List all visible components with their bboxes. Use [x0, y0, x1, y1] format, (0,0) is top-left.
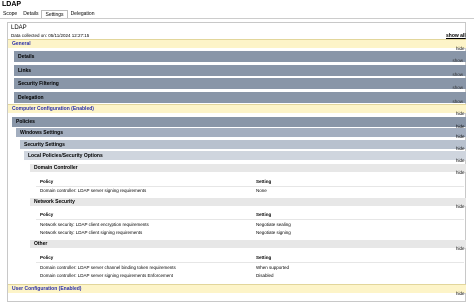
group-network-security[interactable]: Network Security — [30, 198, 466, 206]
group-network-security-label: Network Security — [34, 199, 75, 205]
local-policies-hide-link[interactable]: hide — [456, 158, 465, 163]
policy-setting: None — [256, 188, 267, 193]
policy-name: Domain controller: LDAP server channel b… — [40, 265, 176, 270]
section-windows-settings[interactable]: Windows Settings — [16, 128, 466, 137]
collected-date: Data collected on: 05/11/2024 12:27:15 — [11, 33, 90, 38]
section-details-label: Details — [18, 53, 35, 60]
other-hide-link[interactable]: hide — [456, 246, 465, 251]
section-user-configuration-label: User Configuration (Enabled) — [12, 286, 82, 292]
section-details[interactable]: Details show — [14, 51, 466, 63]
details-show-link[interactable]: show — [452, 58, 463, 63]
policy-setting: When supported — [256, 265, 290, 270]
section-general[interactable]: General — [8, 39, 466, 48]
window-title: LDAP — [2, 1, 22, 8]
row-divider — [36, 262, 464, 263]
section-windows-settings-label: Windows Settings — [20, 129, 64, 136]
section-links-label: Links — [18, 67, 32, 74]
tab-strip: Scope Details Settings Delegation — [0, 10, 474, 18]
user-config-hide-link[interactable]: hide — [456, 291, 465, 296]
section-computer-configuration-label: Computer Configuration (Enabled) — [12, 106, 94, 112]
windows-settings-hide-link[interactable]: hide — [456, 134, 465, 139]
security-filtering-show-link[interactable]: show — [452, 85, 463, 90]
policy-name: Domain controller: LDAP server signing r… — [40, 273, 173, 278]
column-policy-header: Policy — [40, 212, 54, 217]
section-security-filtering[interactable]: Security Filtering show — [14, 78, 466, 90]
row-divider — [36, 219, 464, 220]
policy-setting: Disabled — [256, 273, 274, 278]
column-policy-header: Policy — [40, 255, 54, 260]
section-policies[interactable]: Policies — [12, 117, 466, 127]
policy-name: Domain controller: LDAP server signing r… — [40, 188, 147, 193]
group-other[interactable]: Other — [30, 240, 466, 248]
links-show-link[interactable]: show — [452, 72, 463, 77]
column-policy-header: Policy — [40, 179, 54, 184]
tab-divider — [0, 18, 474, 19]
section-general-label: General — [12, 41, 31, 47]
computer-config-hide-link[interactable]: hide — [456, 111, 465, 116]
domain-controller-hide-link[interactable]: hide — [456, 170, 465, 175]
column-setting-header: Setting — [256, 212, 272, 217]
report-frame — [7, 22, 466, 302]
tab-details[interactable]: Details — [20, 10, 41, 18]
section-security-settings-label: Security Settings — [24, 141, 65, 148]
tab-settings[interactable]: Settings — [41, 10, 68, 18]
section-security-settings[interactable]: Security Settings — [20, 140, 466, 149]
tab-delegation[interactable]: Delegation — [68, 10, 98, 18]
policy-setting: Negotiate sealing — [256, 222, 291, 227]
group-domain-controller[interactable]: Domain Controller — [30, 164, 466, 172]
policy-name: Network security: LDAP client signing re… — [40, 230, 143, 235]
section-links[interactable]: Links show — [14, 65, 466, 77]
group-other-label: Other — [34, 241, 48, 247]
group-domain-controller-label: Domain Controller — [34, 165, 78, 171]
row-divider — [36, 186, 464, 187]
policy-setting: Negotiate signing — [256, 230, 291, 235]
section-delegation-label: Delegation — [18, 94, 44, 101]
report-title: LDAP — [11, 25, 27, 31]
tab-scope[interactable]: Scope — [0, 10, 20, 18]
section-delegation[interactable]: Delegation show — [14, 92, 466, 104]
column-setting-header: Setting — [256, 179, 272, 184]
section-policies-label: Policies — [16, 119, 35, 125]
network-security-hide-link[interactable]: hide — [456, 204, 465, 209]
policy-name: Network security: LDAP client encryption… — [40, 222, 149, 227]
section-user-configuration[interactable]: User Configuration (Enabled) — [8, 284, 466, 293]
section-local-policies-label: Local Policies/Security Options — [28, 152, 103, 159]
column-setting-header: Setting — [256, 255, 272, 260]
section-computer-configuration[interactable]: Computer Configuration (Enabled) — [8, 104, 466, 113]
section-local-policies[interactable]: Local Policies/Security Options — [24, 151, 466, 160]
section-security-filtering-label: Security Filtering — [18, 80, 59, 87]
